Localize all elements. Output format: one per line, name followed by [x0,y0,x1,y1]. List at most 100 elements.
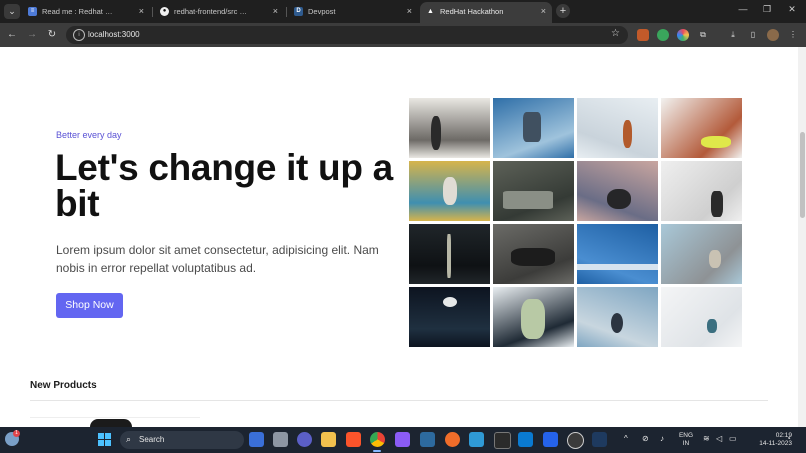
product-image[interactable] [90,419,132,427]
file-viewer-icon[interactable] [273,432,288,447]
skatepark-bowl-photo [661,224,742,284]
windows-start-icon[interactable] [98,433,111,446]
app-orange-icon[interactable] [445,432,460,447]
search-icon: ⌕ [126,434,132,444]
app-blue-square-icon[interactable] [543,432,558,447]
chrome-icon[interactable] [370,432,385,447]
language-indicator[interactable]: ENG IN [676,432,696,448]
tab-divider [152,7,153,17]
github-desktop-icon[interactable] [567,432,584,449]
chevron-down-icon: ⌄ [8,6,16,16]
wifi-icon[interactable]: ≋ [703,434,710,443]
kettlebell-shadow-photo [661,161,742,221]
close-icon[interactable]: × [139,2,144,21]
photo-subject [577,264,658,270]
address-bar[interactable]: i localhost:3000 ☆ [66,26,628,44]
url-text[interactable]: localhost:3000 [88,26,140,44]
window-close-icon[interactable]: ✕ [785,4,799,15]
section-divider [30,400,768,401]
tab-title: redhat-frontend/src at main · s... [174,7,250,16]
region-code: IN [682,440,690,447]
stadium-lights-night-photo [409,287,490,347]
hero-description: Lorem ipsum dolor sit amet consectetur, … [56,243,379,275]
tab-search-menu[interactable]: ⌄ [4,4,20,19]
browser-toolbar: ← → ↻ i localhost:3000 ☆ ⧉ ⤓ ▯ ⋮ [0,23,806,47]
taskbar-search-box[interactable]: ⌕ Search [120,431,244,449]
photo-subject [623,120,632,148]
tab-redhat-hackathon[interactable]: ▲ RedHat Hackathon × [420,2,552,23]
tennis-shoes-ball-photo [661,98,742,158]
profile-avatar-icon[interactable] [767,29,779,41]
photo-subject [431,116,441,150]
app-blue-icon[interactable] [420,432,435,447]
side-panel-icon[interactable]: ▯ [747,29,759,41]
page-scrollbar[interactable] [798,47,806,427]
tab-title: RedHat Hackathon [440,7,504,16]
brave-icon[interactable] [346,432,361,447]
camera-off-icon[interactable]: ⊘ [642,434,649,443]
sports-image-gallery [409,98,742,350]
rock-climber-wall-photo [409,161,490,221]
photo-subject [611,313,623,333]
new-tab-button[interactable]: + [556,4,570,18]
active-app-indicator [373,450,381,452]
extension-fox-icon[interactable] [637,29,649,41]
notes-icon[interactable] [469,432,484,447]
browser-menu-icon[interactable]: ⋮ [787,29,799,41]
plus-icon: + [559,5,567,17]
browser-tab-strip: ⌄ ≡ Read me : Redhat Hackathon - ... × ●… [0,0,806,23]
app-purple-icon[interactable] [395,432,410,447]
tab-divider [286,7,287,17]
photo-subject [523,112,541,142]
app-dark-icon[interactable] [592,432,607,447]
site-info-icon[interactable]: i [73,29,85,41]
minimize-icon[interactable]: — [736,4,750,14]
bookmark-star-icon[interactable]: ☆ [611,28,620,39]
triangle-icon: ▲ [427,8,434,15]
reload-icon[interactable]: ↻ [45,28,59,42]
github-icon: ● [160,7,169,16]
extensions-puzzle-icon[interactable]: ⧉ [697,29,709,41]
tab-readme[interactable]: ≡ Read me : Redhat Hackathon - ... × [22,2,150,23]
forward-arrow-icon[interactable]: → [25,28,39,42]
cyclist-horizon-photo [577,287,658,347]
file-explorer-icon[interactable] [321,432,336,447]
basketball-shooter-photo [577,98,658,158]
close-icon[interactable]: × [541,2,546,21]
basketball-through-fence-photo [493,98,574,158]
battery-icon[interactable]: ▭ [729,434,737,443]
vscode-icon[interactable] [518,432,533,447]
hero-eyebrow: Better every day [56,130,122,140]
maximize-icon[interactable]: ❐ [760,4,774,15]
close-icon[interactable]: × [273,2,278,21]
download-icon[interactable]: ⤓ [727,29,739,41]
climbing-rock-face-photo [493,161,574,221]
close-icon[interactable]: × [407,2,412,21]
volleyball-players-photo [409,98,490,158]
photo-subject [707,319,717,333]
photo-subject [443,177,457,205]
copilot-icon[interactable] [249,432,264,447]
night-pole-dark-photo [409,224,490,284]
back-arrow-icon[interactable]: ← [5,28,19,42]
search-label: Search [139,435,165,444]
teams-icon[interactable] [297,432,312,447]
scrollbar-thumb[interactable] [800,132,805,218]
tab-devpost[interactable]: D Devpost × [288,2,418,23]
microphone-icon[interactable]: ♪ [660,434,664,443]
photo-subject [607,189,631,209]
photo-subject [701,136,731,148]
swimming-pool-lanes-photo [577,224,658,284]
tab-title: Devpost [308,7,336,16]
extension-green-icon[interactable] [657,29,669,41]
terminal-icon[interactable] [494,432,511,449]
new-products-heading: New Products [30,380,97,391]
volume-icon[interactable]: ◁ [716,434,722,443]
tab-github[interactable]: ● redhat-frontend/src at main · s... × [154,2,284,23]
language-code: ENG [678,432,694,439]
extension-color-icon[interactable] [677,29,689,41]
shop-now-button[interactable]: Shop Now [56,293,123,318]
tray-overflow-icon[interactable]: ^ [624,434,628,443]
document-icon: ≡ [28,7,37,16]
notification-bell-icon[interactable]: ◔ [786,434,791,443]
